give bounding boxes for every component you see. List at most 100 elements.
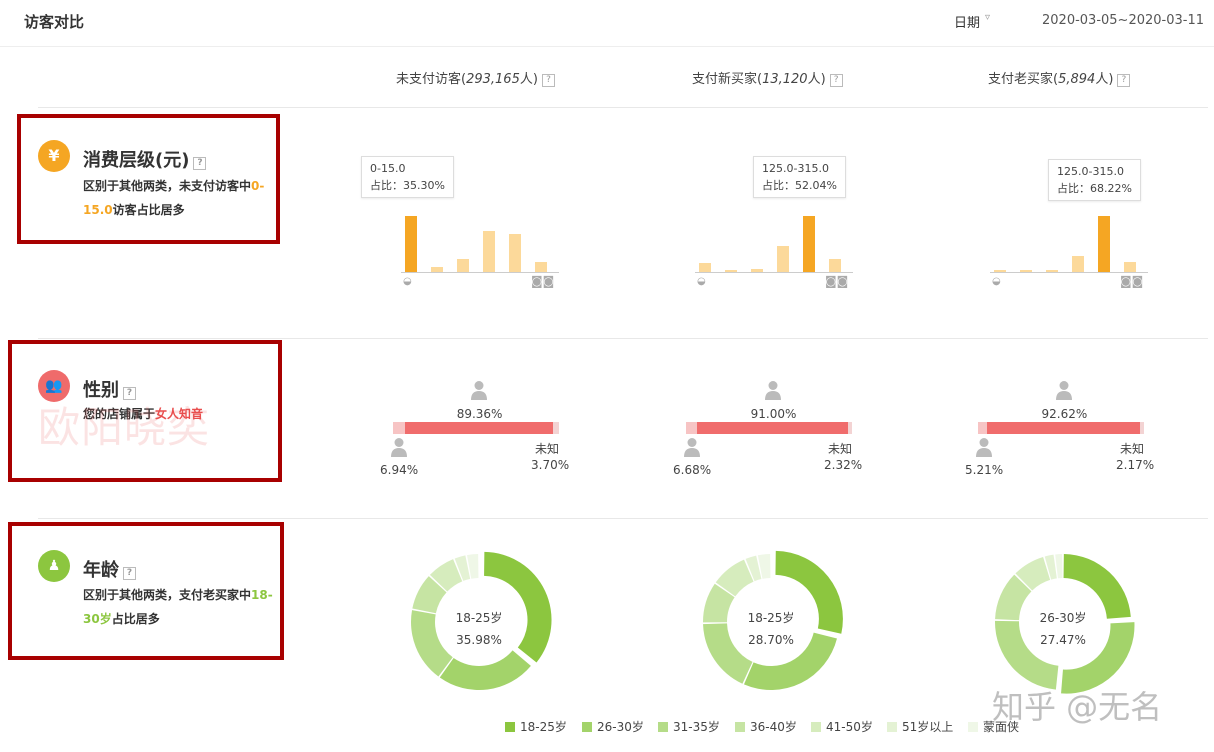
female-percent: 92.62% <box>1041 407 1088 421</box>
chart-bar[interactable] <box>1072 255 1084 272</box>
chart-bar[interactable] <box>829 259 841 272</box>
chart-bar[interactable] <box>509 233 521 272</box>
chart-bar[interactable] <box>699 263 711 272</box>
help-icon[interactable]: ? <box>541 74 555 87</box>
female-percent: 89.36% <box>456 407 503 421</box>
legend-item[interactable]: 31-35岁 <box>658 718 720 735</box>
chart-bar[interactable] <box>777 246 789 272</box>
unknown-label: 未知 <box>535 442 560 456</box>
male-percent: 5.21% <box>965 463 1004 477</box>
donut-slice[interactable] <box>995 620 1059 690</box>
chevron-down-icon[interactable]: ▿ <box>985 12 990 23</box>
female-bar[interactable] <box>697 422 849 434</box>
male-percent: 6.68% <box>673 463 712 477</box>
chart-bar[interactable] <box>405 216 417 272</box>
unknown-bar[interactable] <box>848 422 852 434</box>
legend-label: 31-35岁 <box>673 720 720 734</box>
female-bar[interactable] <box>404 422 553 434</box>
date-range[interactable]: 2020-03-05~2020-03-11 <box>1042 13 1204 28</box>
chart-bar[interactable] <box>1046 270 1058 272</box>
chart-bar[interactable] <box>483 230 495 272</box>
chart-bar[interactable] <box>725 270 737 272</box>
unknown-bar[interactable] <box>552 422 559 434</box>
chart-bar[interactable] <box>751 268 763 272</box>
legend-label: 51岁以上 <box>902 720 954 734</box>
unknown-label: 未知 <box>828 442 853 456</box>
tooltip-ratio: 占比：68.22% <box>1057 182 1132 195</box>
section-title-age: 年龄? <box>83 556 136 582</box>
legend-label: 26-30岁 <box>597 720 644 734</box>
yen-icon: ¥ <box>38 140 70 172</box>
unknown-percent: 3.70% <box>531 458 570 472</box>
donut-slice[interactable] <box>439 650 531 690</box>
chart-bar[interactable] <box>1098 216 1110 272</box>
legend-item[interactable]: 36-40岁 <box>735 718 797 735</box>
donut-center-percent: 35.98% <box>456 633 502 647</box>
section-desc-consumption: 区别于其他两类，未支付访客中0-15.0访客占比居多 <box>83 179 265 217</box>
male-person-icon <box>390 437 408 457</box>
legend-swatch <box>658 722 668 732</box>
legend-swatch <box>811 722 821 732</box>
donut-center-label: 18-25岁 <box>747 611 795 625</box>
coin-small-icon: ◒ <box>697 276 706 287</box>
female-person-icon <box>764 380 782 400</box>
date-dropdown[interactable]: 日期 <box>954 12 980 31</box>
legend-swatch <box>968 722 978 732</box>
male-person-icon <box>683 437 701 457</box>
chart-bar[interactable] <box>535 262 547 272</box>
female-person-icon <box>1055 380 1073 400</box>
chart-bar[interactable] <box>1124 262 1136 272</box>
x-axis <box>990 272 1148 273</box>
legend-swatch <box>505 722 515 732</box>
donut-center-label: 26-30岁 <box>1039 611 1087 625</box>
male-bar[interactable] <box>393 422 405 434</box>
legend-swatch <box>735 722 745 732</box>
help-icon[interactable]: ? <box>829 74 843 87</box>
help-icon[interactable]: ? <box>123 567 136 580</box>
legend-label: 41-50岁 <box>826 720 873 734</box>
unknown-percent: 2.17% <box>1116 458 1155 472</box>
column-header-unpaid: 未支付访客(293,165人)? <box>396 68 555 87</box>
chart-bar[interactable] <box>1020 270 1032 272</box>
chart-tooltip: 125.0-315.0 占比：68.22% <box>1048 159 1141 201</box>
section-desc-age: 区别于其他两类，支付老买家中18-30岁占比居多 <box>83 588 273 626</box>
donut-center-percent: 28.70% <box>748 633 794 647</box>
female-person-icon <box>470 380 488 400</box>
male-bar[interactable] <box>978 422 987 434</box>
chart-bar[interactable] <box>994 270 1006 272</box>
chart-tooltip: 0-15.0 占比：35.30% <box>361 156 454 198</box>
unknown-label: 未知 <box>1120 442 1145 456</box>
header-bar <box>0 0 1214 47</box>
tooltip-ratio: 占比：52.04% <box>762 179 837 192</box>
help-icon[interactable]: ? <box>193 157 207 170</box>
donut-center-label: 18-25岁 <box>455 611 503 625</box>
coin-stack-icon: ◙◙ <box>825 274 849 288</box>
legend-item[interactable]: 18-25岁 <box>505 718 567 735</box>
tooltip-range: 125.0-315.0 <box>1057 165 1124 178</box>
site-watermark: 知乎 @无名 <box>992 688 1163 726</box>
legend-item[interactable]: 41-50岁 <box>811 718 873 735</box>
coin-stack-icon: ◙◙ <box>531 274 555 288</box>
unknown-percent: 2.32% <box>824 458 863 472</box>
legend-item[interactable]: 26-30岁 <box>582 718 644 735</box>
tooltip-range: 125.0-315.0 <box>762 162 829 175</box>
coin-stack-icon: ◙◙ <box>1120 274 1144 288</box>
chart-bar[interactable] <box>431 267 443 272</box>
chart-tooltip: 125.0-315.0 占比：52.04% <box>753 156 846 198</box>
help-icon[interactable]: ? <box>1117 74 1131 87</box>
column-header-new-buyer: 支付新买家(13,120人)? <box>692 68 843 87</box>
female-bar[interactable] <box>986 422 1141 434</box>
chart-bar[interactable] <box>457 259 469 272</box>
coin-small-icon: ◒ <box>403 276 412 287</box>
tooltip-range: 0-15.0 <box>370 162 406 175</box>
male-person-icon <box>975 437 993 457</box>
unknown-bar[interactable] <box>1140 422 1144 434</box>
chart-bar[interactable] <box>803 216 815 272</box>
x-axis <box>695 272 853 273</box>
coin-small-icon: ◒ <box>992 276 1001 287</box>
family-icon: ♟ <box>38 550 70 582</box>
column-header-old-buyer: 支付老买家(5,894人)? <box>988 68 1131 87</box>
tooltip-ratio: 占比：35.30% <box>370 179 445 192</box>
male-bar[interactable] <box>686 422 698 434</box>
legend-item[interactable]: 51岁以上 <box>887 718 953 735</box>
